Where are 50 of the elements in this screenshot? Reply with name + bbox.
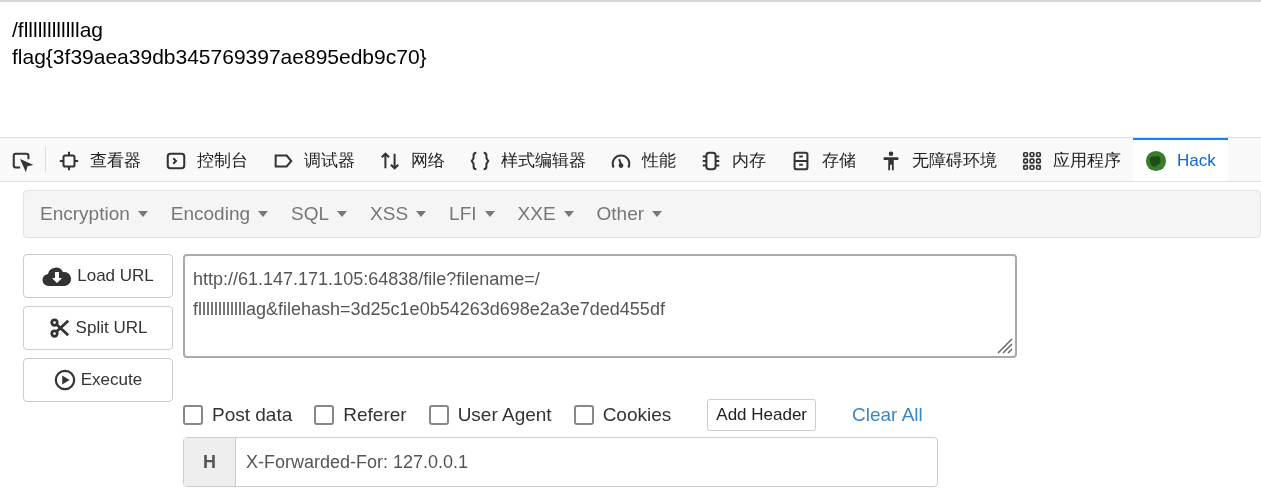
action-button[interactable]: Load URL [23, 254, 173, 298]
menu-dropdown[interactable]: XSS [362, 199, 440, 229]
caret-icon [652, 211, 663, 217]
caret-icon [484, 211, 495, 217]
devtools-tab[interactable]: 性能 [598, 138, 688, 181]
globe-icon [1145, 149, 1167, 172]
checkbox-label: Referer [343, 402, 407, 427]
add-header-button[interactable]: Add Header [707, 399, 817, 431]
checkbox-label: Post data [212, 402, 293, 427]
menu-dropdown[interactable]: Other [588, 199, 676, 229]
menu-dropdown[interactable]: Encoding [162, 199, 281, 229]
menu-dropdown[interactable]: SQL [283, 199, 361, 229]
output-line: /fllllllllllllag [12, 17, 103, 43]
caret-icon [563, 211, 574, 217]
braces-icon [469, 149, 491, 172]
caret-icon [137, 211, 148, 217]
devtools-tab[interactable]: 控制台 [153, 138, 260, 181]
caret-icon [258, 211, 268, 217]
checkbox[interactable] [428, 405, 449, 425]
checkbox-label: User Agent [457, 402, 552, 427]
devtools-tab[interactable]: 无障碍环境 [868, 138, 1009, 181]
devtools-tab[interactable]: 调试器 [260, 138, 367, 181]
scissors-icon [48, 317, 71, 339]
menu-dropdown[interactable]: LFI [441, 199, 508, 229]
chip-icon [700, 149, 722, 172]
cloud-download-icon [42, 265, 73, 287]
devtools-tab[interactable]: 查看器 [46, 138, 153, 181]
caret-icon [337, 211, 348, 217]
devtools-tab[interactable]: 存储 [778, 138, 868, 181]
grid-icon [1021, 149, 1043, 172]
devtools-tab[interactable]: 内存 [688, 138, 778, 181]
devtools-tab[interactable]: 样式编辑器 [457, 138, 598, 181]
action-button[interactable]: Execute [23, 358, 173, 402]
checkbox[interactable] [573, 405, 594, 425]
menu-dropdown[interactable]: XXE [509, 199, 587, 229]
arrows-icon [379, 149, 401, 172]
devtools-tab[interactable]: 网络 [367, 138, 457, 181]
devtools-tab[interactable]: 应用程序 [1009, 138, 1133, 181]
checkbox[interactable] [314, 405, 335, 425]
frame-icon [58, 149, 80, 172]
play-icon [53, 369, 76, 391]
devtools-tab[interactable]: Hack [1133, 138, 1228, 181]
checkbox[interactable] [183, 405, 203, 425]
action-button[interactable]: Split URL [23, 306, 173, 350]
url-field[interactable]: http://61.147.171.105:64838/file?filename=/ fllllllllllllag&filehash=3d25c1e0b54263d698e2a3e7ded455df [183, 254, 1017, 358]
clear-all-link[interactable]: Clear All [852, 400, 923, 430]
output-line: flag{3f39aea39db345769397ae895edb9c70} [12, 44, 427, 70]
menu-dropdown[interactable]: Encryption [32, 199, 161, 229]
caret-icon [416, 211, 427, 217]
checkbox-label: Cookies [602, 402, 672, 427]
